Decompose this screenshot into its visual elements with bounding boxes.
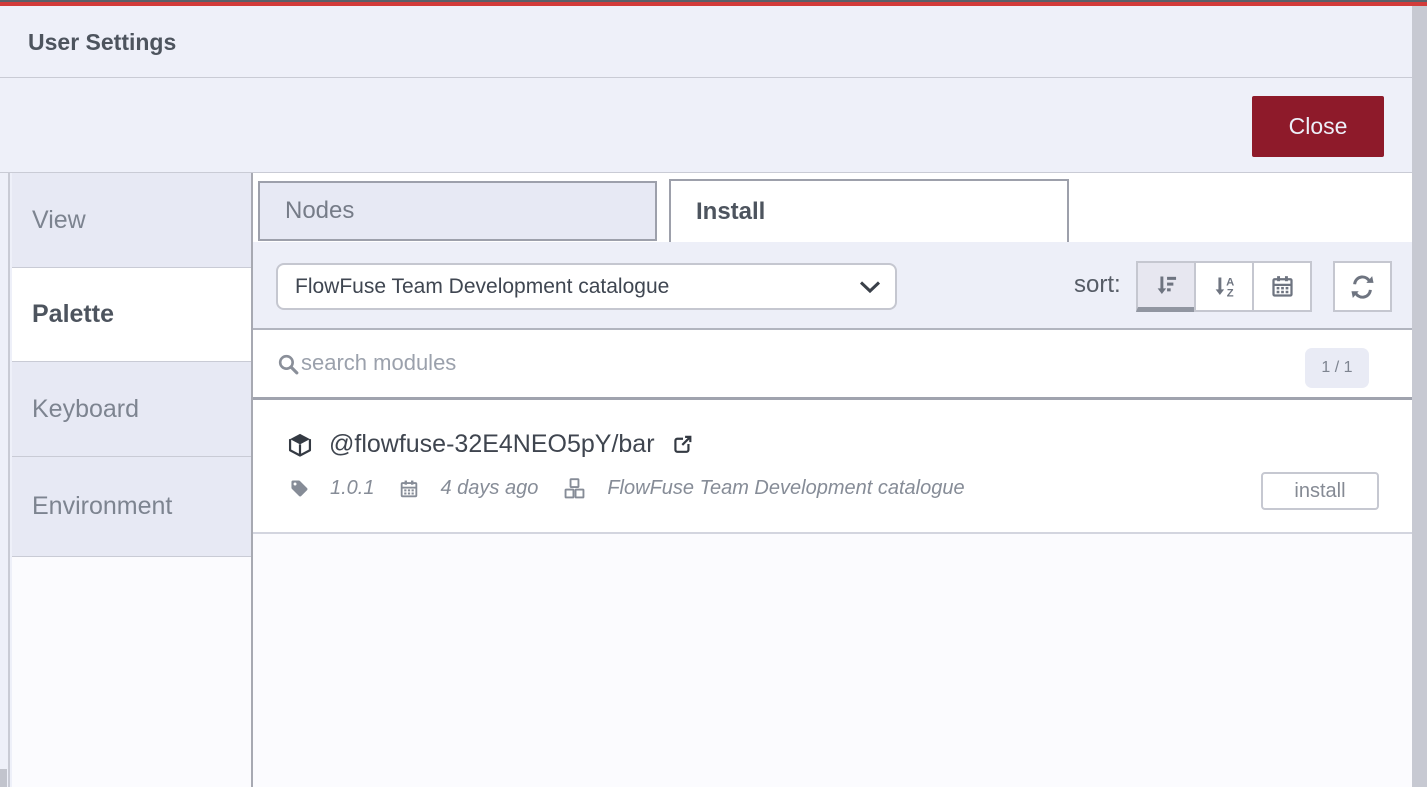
module-search-row: 1 / 1 <box>253 330 1412 400</box>
sort-amount-down-icon <box>1153 272 1180 299</box>
module-list-item: @flowfuse-32E4NEO5pY/bar 1.0.1 4 days ag… <box>253 400 1412 534</box>
sort-label: sort: <box>1074 271 1121 298</box>
tag-icon <box>289 478 310 499</box>
left-edge-strip <box>0 173 10 787</box>
external-link-icon[interactable] <box>670 432 695 457</box>
sort-alpha-button[interactable]: A Z <box>1194 261 1254 312</box>
palette-tab-row: Nodes Install <box>253 173 1412 242</box>
chevron-down-icon <box>857 279 883 295</box>
sidebar-item-label: View <box>32 205 86 234</box>
install-button[interactable]: install <box>1261 472 1379 510</box>
refresh-icon <box>1349 273 1376 300</box>
module-list-empty-area <box>253 534 1412 787</box>
sort-button-group: A Z <box>1136 261 1312 312</box>
settings-sidebar: View Palette Keyboard Environment <box>12 173 251 787</box>
sidebar-item-label: Palette <box>32 300 114 328</box>
cube-icon <box>286 431 314 459</box>
calendar-icon <box>1269 273 1296 300</box>
tab-nodes[interactable]: Nodes <box>258 181 657 241</box>
brand-accent-bar <box>0 2 1427 6</box>
tab-label: Install <box>696 197 766 225</box>
sort-alpha-down-icon: A Z <box>1211 273 1238 300</box>
sidebar-item-label: Keyboard <box>32 394 140 423</box>
sidebar-item-environment[interactable]: Environment <box>12 457 251 557</box>
sort-recent-button[interactable] <box>1136 261 1196 312</box>
tab-install[interactable]: Install <box>669 179 1069 242</box>
dialog-panel: User Settings Close View Palette Keyboar… <box>0 6 1412 787</box>
calendar-icon <box>398 478 420 500</box>
dialog-title: User Settings <box>28 29 177 55</box>
sidebar-item-keyboard[interactable]: Keyboard <box>12 362 251 457</box>
sidebar-item-palette[interactable]: Palette <box>12 268 251 362</box>
dialog-main: View Palette Keyboard Environment Nodes <box>0 173 1412 787</box>
module-name: @flowfuse-32E4NEO5pY/bar <box>329 430 655 458</box>
dialog-header: User Settings <box>0 6 1412 78</box>
module-updated: 4 days ago <box>440 477 539 499</box>
close-button[interactable]: Close <box>1252 96 1384 157</box>
result-count-badge: 1 / 1 <box>1305 348 1369 388</box>
tab-label: Nodes <box>285 197 355 224</box>
module-version: 1.0.1 <box>330 477 375 499</box>
module-title-row: @flowfuse-32E4NEO5pY/bar <box>286 430 695 459</box>
refresh-catalogue-button[interactable] <box>1333 261 1392 312</box>
user-settings-dialog: User Settings Close View Palette Keyboar… <box>0 0 1427 787</box>
horizontal-scrollbar-thumb[interactable] <box>0 769 7 787</box>
module-meta-row: 1.0.1 4 days ago FlowFuse Team Developme… <box>289 476 965 501</box>
vertical-scrollbar[interactable] <box>1412 6 1427 787</box>
search-icon <box>276 352 301 377</box>
install-toolbar: FlowFuse Team Development catalogue sort… <box>253 242 1412 330</box>
catalogue-select[interactable]: FlowFuse Team Development catalogue <box>276 263 897 310</box>
sidebar-item-view[interactable]: View <box>12 173 251 268</box>
sidebar-item-label: Environment <box>32 492 173 520</box>
svg-text:Z: Z <box>1226 288 1233 300</box>
svg-text:A: A <box>1226 276 1234 288</box>
search-input[interactable] <box>301 338 1261 388</box>
catalogue-select-value: FlowFuse Team Development catalogue <box>295 275 670 298</box>
module-catalogue: FlowFuse Team Development catalogue <box>607 477 965 499</box>
sort-date-button[interactable] <box>1252 261 1312 312</box>
dialog-button-bar: Close <box>0 79 1412 173</box>
cubes-icon <box>562 476 587 501</box>
palette-content: Nodes Install FlowFuse Team Development … <box>253 173 1412 787</box>
